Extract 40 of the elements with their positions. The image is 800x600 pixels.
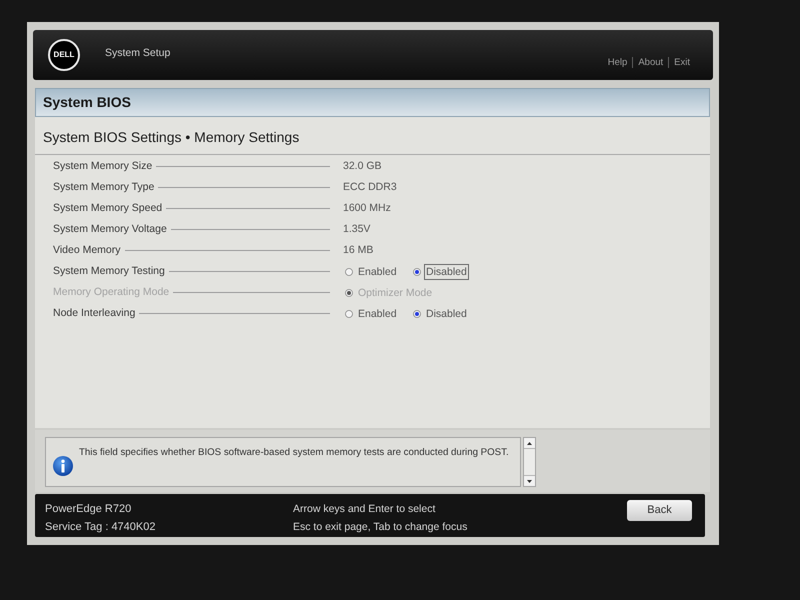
setting-label: Memory Operating Mode	[53, 284, 170, 300]
setting-label: Node Interleaving	[53, 306, 136, 321]
info-icon	[53, 456, 73, 476]
key-hint: Esc to exit page, Tab to change focus	[293, 520, 468, 535]
scroll-up-button[interactable]	[524, 438, 535, 449]
up-arrow-icon	[527, 442, 532, 444]
section-title-bar: System BIOS	[35, 88, 710, 117]
scroll-down-button[interactable]	[524, 475, 535, 486]
radio-option[interactable]: Enabled	[356, 264, 399, 280]
radio-icon[interactable]	[345, 310, 353, 318]
setting-value: 32.0 GB	[343, 158, 382, 174]
setting-label: System Memory Size	[53, 158, 152, 174]
radio-option[interactable]: Disabled	[424, 264, 469, 280]
radio-option[interactable]: Enabled	[356, 306, 399, 322]
header-link[interactable]: Exit	[668, 56, 695, 68]
setting-value: 16 MB	[343, 242, 374, 258]
radio-option[interactable]: Disabled	[424, 306, 469, 322]
page-title: System BIOS Settings • Memory Settings	[43, 128, 300, 146]
key-hint: Arrow keys and Enter to select	[293, 502, 436, 517]
header-link[interactable]: Help	[602, 56, 632, 68]
brand-logo: DELL	[48, 39, 80, 71]
setting-value: 1.35V	[343, 222, 370, 237]
header-link[interactable]: About	[632, 56, 668, 68]
down-arrow-icon	[527, 480, 532, 482]
setting-label: System Memory Voltage	[53, 222, 167, 237]
help-text: This field specifies whether BIOS software-based system memory tests are conducted during POST.	[79, 446, 509, 459]
setting-label: Video Memory	[53, 242, 121, 258]
radio-icon[interactable]	[345, 268, 353, 276]
back-button[interactable]: Back	[627, 500, 692, 521]
setting-label: System Memory Testing	[53, 264, 165, 279]
setting-label: System Memory Speed	[53, 200, 162, 216]
scrollbar[interactable]	[523, 437, 536, 487]
service-tag: Service Tag : 4740K02	[45, 518, 156, 536]
app-title: System Setup	[105, 46, 170, 62]
setting-value: 1600 MHz	[343, 200, 391, 216]
radio-icon[interactable]	[413, 310, 421, 318]
setting-value: ECC DDR3	[343, 180, 397, 195]
radio-icon[interactable]	[413, 268, 421, 276]
setting-label: System Memory Type	[53, 180, 154, 195]
model-name: PowerEdge R720	[45, 502, 132, 517]
